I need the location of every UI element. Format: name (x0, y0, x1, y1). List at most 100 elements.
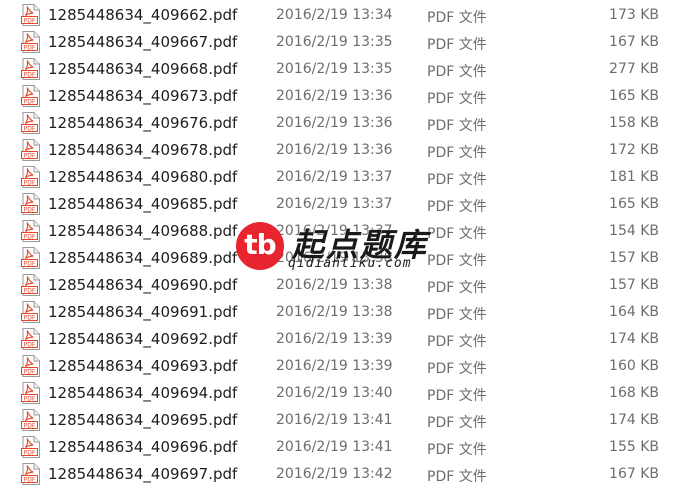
file-row[interactable]: PDF 1285448634_409673.pdf 2016/2/19 13:3… (0, 82, 675, 109)
pdf-file-icon: PDF (21, 58, 41, 80)
file-row[interactable]: PDF 1285448634_409685.pdf 2016/2/19 13:3… (0, 190, 675, 217)
file-row[interactable]: PDF 1285448634_409662.pdf 2016/2/19 13:3… (0, 1, 675, 28)
pdf-icon-label: PDF (24, 287, 36, 294)
file-size: 172 KB (609, 142, 659, 158)
file-row[interactable]: PDF 1285448634_409680.pdf 2016/2/19 13:3… (0, 163, 675, 190)
file-row[interactable]: PDF 1285448634_409691.pdf 2016/2/19 13:3… (0, 298, 675, 325)
file-row[interactable]: PDF 1285448634_409668.pdf 2016/2/19 13:3… (0, 55, 675, 82)
file-modified-date: 2016/2/19 13:42 (276, 466, 393, 482)
pdf-file-icon: PDF (21, 166, 41, 188)
file-row[interactable]: PDF 1285448634_409667.pdf 2016/2/19 13:3… (0, 28, 675, 55)
pdf-icon-label: PDF (24, 368, 36, 375)
pdf-icon-label: PDF (24, 152, 36, 159)
pdf-file-icon: PDF (21, 247, 41, 269)
file-name: 1285448634_409678.pdf (48, 141, 238, 159)
pdf-file-icon: PDF (21, 463, 41, 485)
file-type: PDF 文件 (427, 64, 487, 80)
file-row[interactable]: PDF 1285448634_409695.pdf 2016/2/19 13:4… (0, 406, 675, 433)
file-row[interactable]: PDF 1285448634_409676.pdf 2016/2/19 13:3… (0, 109, 675, 136)
pdf-file-icon: PDF (21, 112, 41, 134)
pdf-file-icon: PDF (21, 274, 41, 296)
file-name: 1285448634_409694.pdf (48, 384, 238, 402)
pdf-icon-label: PDF (24, 341, 36, 348)
file-name: 1285448634_409668.pdf (48, 60, 238, 78)
file-size: 160 KB (609, 358, 659, 374)
file-modified-date: 2016/2/19 13:38 (276, 304, 393, 320)
file-type: PDF 文件 (427, 361, 487, 377)
file-name: 1285448634_409697.pdf (48, 465, 238, 483)
file-name: 1285448634_409689.pdf (48, 249, 238, 267)
file-type: PDF 文件 (427, 415, 487, 431)
pdf-icon-label: PDF (24, 422, 36, 429)
file-name: 1285448634_409662.pdf (48, 6, 238, 24)
file-name: 1285448634_409696.pdf (48, 438, 238, 456)
file-type: PDF 文件 (427, 226, 487, 242)
file-modified-date: 2016/2/19 13:38 (276, 277, 393, 293)
pdf-icon-label: PDF (24, 206, 36, 213)
file-modified-date: 2016/2/19 13:41 (276, 439, 393, 455)
file-type: PDF 文件 (427, 10, 487, 26)
pdf-file-icon: PDF (21, 31, 41, 53)
file-name: 1285448634_409691.pdf (48, 303, 238, 321)
file-name: 1285448634_409688.pdf (48, 222, 238, 240)
file-size: 173 KB (609, 7, 659, 23)
file-size: 168 KB (609, 385, 659, 401)
file-size: 157 KB (609, 277, 659, 293)
pdf-file-icon: PDF (21, 193, 41, 215)
file-modified-date: 2016/2/19 13:37 (276, 169, 393, 185)
pdf-file-icon: PDF (21, 220, 41, 242)
file-name: 1285448634_409690.pdf (48, 276, 238, 294)
file-row[interactable]: PDF 1285448634_409694.pdf 2016/2/19 13:4… (0, 379, 675, 406)
pdf-icon-label: PDF (24, 476, 36, 483)
file-row[interactable]: PDF 1285448634_409689.pdf 2016/2/19 13:3… (0, 244, 675, 271)
file-modified-date: 2016/2/19 13:36 (276, 142, 393, 158)
file-size: 167 KB (609, 466, 659, 482)
pdf-icon-label: PDF (24, 260, 36, 267)
file-modified-date: 2016/2/19 13:35 (276, 61, 393, 77)
file-type: PDF 文件 (427, 199, 487, 215)
file-modified-date: 2016/2/19 13:34 (276, 7, 393, 23)
pdf-file-icon: PDF (21, 139, 41, 161)
file-size: 164 KB (609, 304, 659, 320)
file-size: 277 KB (609, 61, 659, 77)
file-modified-date: 2016/2/19 13:41 (276, 412, 393, 428)
file-type: PDF 文件 (427, 442, 487, 458)
file-size: 165 KB (609, 196, 659, 212)
file-modified-date: 2016/2/19 13:35 (276, 34, 393, 50)
file-type: PDF 文件 (427, 118, 487, 134)
file-size: 154 KB (609, 223, 659, 239)
file-row[interactable]: PDF 1285448634_409697.pdf 2016/2/19 13:4… (0, 460, 675, 487)
file-row[interactable]: PDF 1285448634_409693.pdf 2016/2/19 13:3… (0, 352, 675, 379)
pdf-icon-label: PDF (24, 395, 36, 402)
file-type: PDF 文件 (427, 307, 487, 323)
pdf-file-icon: PDF (21, 328, 41, 350)
pdf-file-icon: PDF (21, 301, 41, 323)
pdf-icon-label: PDF (24, 314, 36, 321)
file-row[interactable]: PDF 1285448634_409696.pdf 2016/2/19 13:4… (0, 433, 675, 460)
file-row[interactable]: PDF 1285448634_409692.pdf 2016/2/19 13:3… (0, 325, 675, 352)
file-size: 174 KB (609, 331, 659, 347)
pdf-file-icon: PDF (21, 382, 41, 404)
file-size: 165 KB (609, 88, 659, 104)
file-modified-date: 2016/2/19 13:37 (276, 223, 393, 239)
pdf-icon-label: PDF (24, 71, 36, 78)
pdf-icon-label: PDF (24, 125, 36, 132)
pdf-icon-label: PDF (24, 449, 36, 456)
file-name: 1285448634_409676.pdf (48, 114, 238, 132)
pdf-file-icon: PDF (21, 436, 41, 458)
file-type: PDF 文件 (427, 172, 487, 188)
file-type: PDF 文件 (427, 280, 487, 296)
file-row[interactable]: PDF 1285448634_409688.pdf 2016/2/19 13:3… (0, 217, 675, 244)
file-modified-date: 2016/2/19 13:37 (276, 196, 393, 212)
pdf-icon-label: PDF (24, 179, 36, 186)
file-type: PDF 文件 (427, 91, 487, 107)
file-type: PDF 文件 (427, 388, 487, 404)
file-row[interactable]: PDF 1285448634_409678.pdf 2016/2/19 13:3… (0, 136, 675, 163)
file-type: PDF 文件 (427, 253, 487, 269)
file-name: 1285448634_409673.pdf (48, 87, 238, 105)
pdf-file-icon: PDF (21, 355, 41, 377)
pdf-icon-label: PDF (24, 98, 36, 105)
file-size: 181 KB (609, 169, 659, 185)
file-size: 167 KB (609, 34, 659, 50)
file-row[interactable]: PDF 1285448634_409690.pdf 2016/2/19 13:3… (0, 271, 675, 298)
